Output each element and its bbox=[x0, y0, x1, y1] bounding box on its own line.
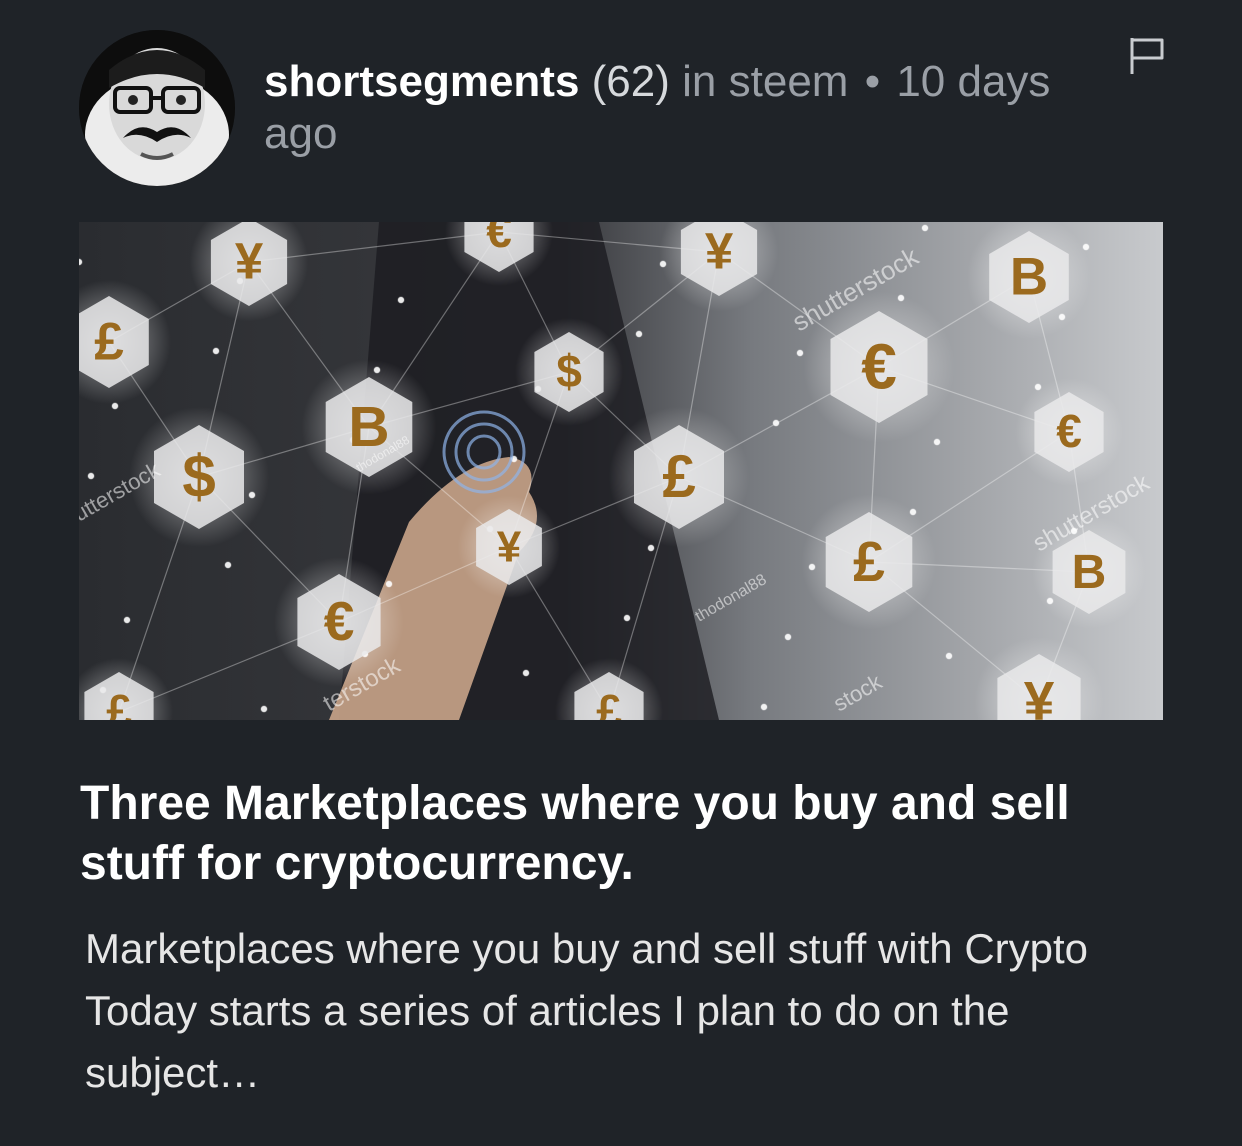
svg-text:£: £ bbox=[94, 312, 123, 371]
currency-coin: € bbox=[1015, 378, 1123, 486]
currency-coin: ¥ bbox=[457, 495, 561, 599]
svg-text:£: £ bbox=[662, 443, 695, 510]
svg-text:€: € bbox=[324, 590, 355, 652]
svg-text:£: £ bbox=[596, 685, 622, 720]
svg-text:€: € bbox=[861, 330, 897, 402]
flag-button[interactable] bbox=[1126, 36, 1166, 76]
author-avatar[interactable] bbox=[79, 30, 235, 186]
svg-text:$: $ bbox=[556, 345, 582, 397]
svg-text:$: $ bbox=[182, 443, 215, 510]
crypto-currency-network-image: £¥€ ¥ B$B$ £€€¥ B£€¥£ £ shutterstockshutterst… bbox=[79, 222, 1163, 720]
svg-text:¥: ¥ bbox=[497, 522, 522, 571]
flag-icon bbox=[1130, 38, 1164, 74]
svg-text:€: € bbox=[1056, 405, 1082, 457]
svg-text:B: B bbox=[1072, 546, 1107, 599]
svg-text:B: B bbox=[1010, 247, 1048, 306]
community-link[interactable]: steem bbox=[729, 57, 849, 106]
currency-coin: B bbox=[301, 359, 437, 495]
svg-text:£: £ bbox=[853, 530, 885, 594]
author-name[interactable]: shortsegments bbox=[264, 57, 579, 106]
post-excerpt[interactable]: Marketplaces where you buy and sell stuf… bbox=[85, 918, 1165, 1104]
post-meta: shortsegments (62) in steem • 10 days ag… bbox=[264, 56, 1104, 160]
avatar-portrait-icon bbox=[79, 30, 235, 186]
post-thumbnail[interactable]: £ ¥ € ¥ B $ B $ £ € € ¥ B £ € ¥ £ £ shutterstock shutterst… bbox=[79, 222, 1163, 720]
svg-text:£: £ bbox=[106, 685, 132, 720]
currency-coin: $ bbox=[515, 318, 623, 426]
currency-coin: £ bbox=[801, 494, 937, 630]
post-title[interactable]: Three Marketplaces where you buy and sel… bbox=[80, 774, 1160, 894]
svg-text:€: € bbox=[486, 222, 512, 257]
svg-text:¥: ¥ bbox=[1024, 670, 1055, 720]
currency-coin: £ bbox=[608, 406, 750, 548]
svg-text:¥: ¥ bbox=[705, 223, 734, 280]
meta-separator: • bbox=[864, 57, 881, 106]
author-reputation: (62) bbox=[591, 57, 670, 106]
svg-text:¥: ¥ bbox=[235, 233, 264, 290]
community-prefix: in bbox=[682, 57, 717, 106]
